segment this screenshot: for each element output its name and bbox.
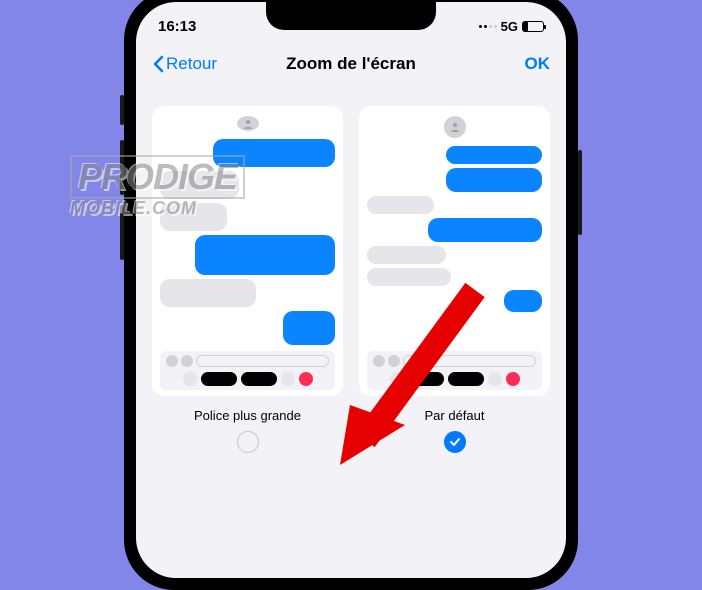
option-larger-label: Police plus grande [194,408,301,423]
back-label: Retour [166,54,217,74]
option-default[interactable]: Par défaut [359,106,550,453]
status-right: 5G [479,19,544,34]
checkmark-icon [449,436,461,448]
watermark-line2: MOBILE.COM [70,199,245,217]
back-button[interactable]: Retour [152,54,217,74]
radio-larger[interactable] [237,431,259,453]
power-button [578,150,582,235]
avatar-icon [444,116,466,138]
ok-button[interactable]: OK [525,54,551,74]
phone-frame: 16:13 5G Retour Zoom de l'écran OK [124,0,578,590]
watermark-line1: PRODIGE [78,159,237,195]
nav-bar: Retour Zoom de l'écran OK [136,42,566,86]
notch [266,2,436,30]
keyboard-preview [367,351,542,390]
page-title: Zoom de l'écran [286,54,416,74]
screen: 16:13 5G Retour Zoom de l'écran OK [136,2,566,578]
zoom-options: Police plus grande [136,86,566,473]
radio-default[interactable] [444,431,466,453]
signal-icon [479,25,497,28]
keyboard-preview [160,351,335,390]
avatar-icon [237,116,259,131]
chevron-left-icon [152,55,164,73]
message-preview [367,146,542,345]
option-default-label: Par défaut [425,408,485,423]
battery-icon [522,21,544,32]
mute-switch [120,95,124,125]
preview-larger [152,106,343,396]
watermark: PRODIGE MOBILE.COM [70,155,245,217]
network-label: 5G [501,19,518,34]
status-time: 16:13 [158,18,196,35]
preview-default [359,106,550,396]
